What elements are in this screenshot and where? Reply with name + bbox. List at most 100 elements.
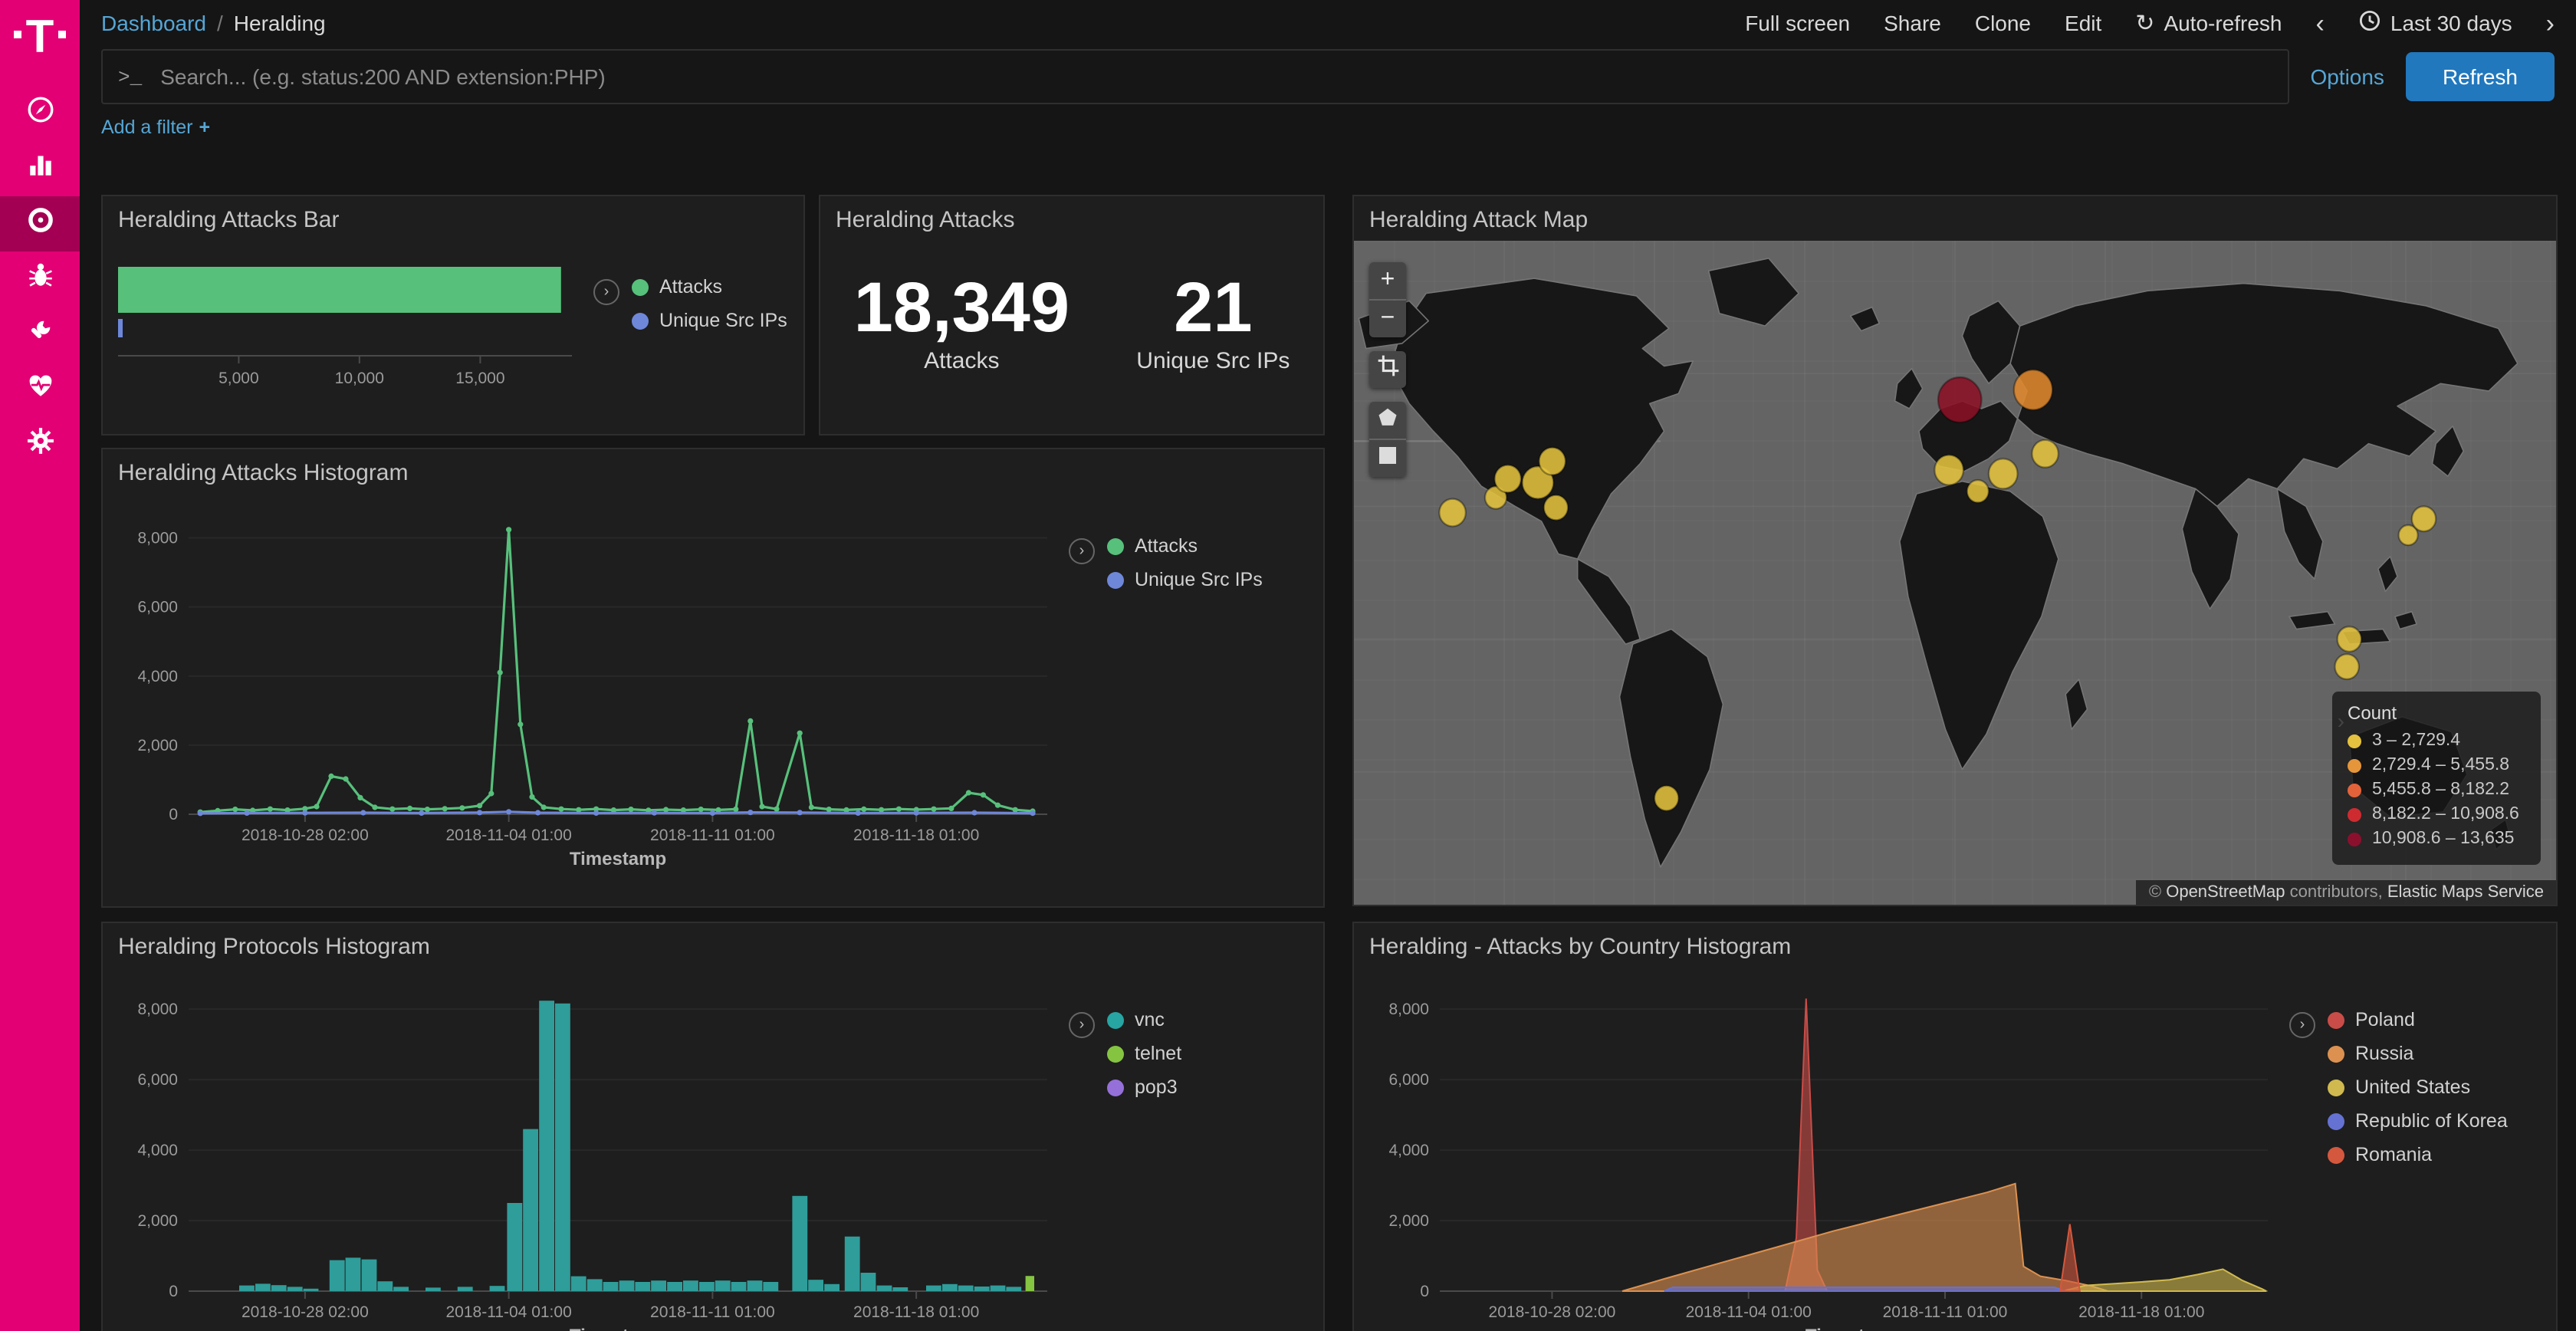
legend-label: vnc xyxy=(1135,1009,1165,1030)
legend-item[interactable]: Romania xyxy=(2328,1144,2508,1165)
legend-item[interactable]: 8,182.2 – 10,908.6 xyxy=(2348,805,2525,823)
legend-label: pop3 xyxy=(1135,1076,1178,1098)
panel-attacks-metric: Heralding Attacks 18,349 Attacks 21 Uniq… xyxy=(819,195,1325,435)
metric-attacks: 18,349 Attacks xyxy=(854,270,1070,375)
legend-dot xyxy=(632,278,649,295)
add-filter-link[interactable]: Add a filter+ xyxy=(101,117,210,138)
legend-item[interactable]: 10,908.6 – 13,635 xyxy=(2348,830,2525,848)
attacks-histogram-chart[interactable]: 02,0004,0006,0008,0002018-10-28 02:00201… xyxy=(115,495,1066,891)
legend-item[interactable]: United States xyxy=(2328,1076,2508,1098)
refresh-cycle-icon: ↻ xyxy=(2135,9,2154,37)
refresh-button[interactable]: Refresh xyxy=(2406,52,2555,101)
sidebar-item-discover[interactable] xyxy=(0,86,80,141)
legend-item[interactable]: Republic of Korea xyxy=(2328,1110,2508,1132)
breadcrumb-current: Heralding xyxy=(234,11,326,35)
legend-collapse-icon[interactable]: › xyxy=(2289,1012,2315,1038)
svg-text:0: 0 xyxy=(169,806,178,823)
query-prompt-icon: >_ xyxy=(118,65,142,88)
sidebar-item-visualize[interactable] xyxy=(0,141,80,196)
map-legend-title: Count xyxy=(2348,702,2525,724)
legend-item[interactable]: Attacks xyxy=(1107,535,1263,557)
svg-text:10,000: 10,000 xyxy=(335,370,384,387)
share-button[interactable]: Share xyxy=(1884,11,1941,35)
panel-protocols-histogram: Heralding Protocols Histogram 02,0004,00… xyxy=(101,922,1325,1331)
legend-item[interactable]: pop3 xyxy=(1107,1076,1181,1098)
legend-item[interactable]: 2,729.4 – 5,455.8 xyxy=(2348,756,2525,774)
legend-label: Romania xyxy=(2355,1144,2432,1165)
panel-title: Heralding - Attacks by Country Histogram xyxy=(1354,923,2556,966)
logo-letter: T xyxy=(26,15,54,61)
top-nav: Dashboard/Heralding Full screen Share Cl… xyxy=(80,0,2576,46)
sidebar-item-dashboard[interactable] xyxy=(0,196,80,251)
sidebar-item-tools[interactable] xyxy=(0,307,80,362)
legend-label: Attacks xyxy=(1135,535,1198,557)
legend-item[interactable]: Poland xyxy=(2328,1009,2508,1030)
telekom-logo[interactable]: T xyxy=(14,15,67,61)
breadcrumb: Dashboard/Heralding xyxy=(101,11,326,35)
panel-title: Heralding Attacks xyxy=(820,196,1323,239)
search-bar-row: >_ Options Refresh xyxy=(80,46,2576,107)
top-nav-actions: Full screen Share Clone Edit ↻Auto-refre… xyxy=(1745,9,2555,37)
legend-dot xyxy=(2328,1045,2344,1062)
legend-dot xyxy=(2348,734,2361,748)
panel-title: Heralding Attacks Histogram xyxy=(103,449,1323,492)
gauge-icon xyxy=(25,205,54,242)
search-box[interactable]: >_ xyxy=(101,49,2288,104)
openstreetmap-link[interactable]: OpenStreetMap xyxy=(2166,883,2285,902)
chart-legend: Attacks Unique Src IPs xyxy=(632,276,787,405)
fit-bounds-button[interactable] xyxy=(1369,351,1406,388)
draw-polygon-button[interactable] xyxy=(1369,402,1406,439)
svg-text:2018-10-28 02:00: 2018-10-28 02:00 xyxy=(1489,1303,1616,1321)
attack-map[interactable]: + − › Count 3 – 2,729.42,729.4 – 5,455.8… xyxy=(1354,241,2556,905)
zoom-out-button[interactable]: − xyxy=(1369,301,1406,337)
clone-button[interactable]: Clone xyxy=(1975,11,2031,35)
legend-dot xyxy=(2348,807,2361,821)
breadcrumb-dashboard-link[interactable]: Dashboard xyxy=(101,11,206,35)
legend-item[interactable]: 5,455.8 – 8,182.2 xyxy=(2348,781,2525,799)
legend-item[interactable]: Unique Src IPs xyxy=(1107,569,1263,590)
svg-text:2018-10-28 02:00: 2018-10-28 02:00 xyxy=(242,1303,369,1321)
zoom-in-button[interactable]: + xyxy=(1369,262,1406,299)
protocols-histogram-chart[interactable]: 02,0004,0006,0008,0002018-10-28 02:00201… xyxy=(115,969,1066,1331)
legend-label: Poland xyxy=(2355,1009,2415,1030)
attacks-bar-chart[interactable]: 5,00010,00015,000 xyxy=(115,258,590,405)
search-input[interactable] xyxy=(157,63,2272,90)
legend-dot xyxy=(1107,1011,1124,1028)
svg-text:8,000: 8,000 xyxy=(137,530,178,547)
time-range-picker[interactable]: Last 30 days xyxy=(2358,9,2512,37)
legend-collapse-icon[interactable]: › xyxy=(593,279,619,305)
sidebar-item-settings[interactable] xyxy=(0,417,80,472)
legend-wrap: › Poland Russia United States Republic of K… xyxy=(2286,969,2508,1331)
sidebar-item-security[interactable] xyxy=(0,251,80,307)
crop-icon xyxy=(1376,354,1399,385)
country-histogram-chart[interactable]: 02,0004,0006,0008,0002018-10-28 02:00201… xyxy=(1366,969,2286,1331)
square-icon xyxy=(1378,445,1397,472)
legend-item[interactable]: Attacks xyxy=(632,276,787,297)
options-link[interactable]: Options xyxy=(2310,64,2384,89)
metric-value: 21 xyxy=(1136,270,1290,344)
svg-text:2018-11-04 01:00: 2018-11-04 01:00 xyxy=(446,827,572,844)
legend-collapse-icon[interactable]: › xyxy=(1069,538,1095,564)
auto-refresh-button[interactable]: ↻Auto-refresh xyxy=(2135,9,2282,37)
map-attribution: © OpenStreetMap contributors, Elastic Ma… xyxy=(2137,880,2556,905)
legend-item[interactable]: Unique Src IPs xyxy=(632,310,787,331)
svg-text:2018-10-28 02:00: 2018-10-28 02:00 xyxy=(242,827,369,844)
time-forward-button[interactable]: › xyxy=(2546,10,2555,36)
sidebar-item-monitoring[interactable] xyxy=(0,362,80,417)
legend-collapse-icon[interactable]: › xyxy=(1069,1012,1095,1038)
time-back-button[interactable]: ‹ xyxy=(2316,10,2325,36)
legend-dot xyxy=(2348,783,2361,797)
legend-item[interactable]: telnet xyxy=(1107,1043,1181,1064)
svg-text:2018-11-18 01:00: 2018-11-18 01:00 xyxy=(2078,1303,2204,1321)
legend-item[interactable]: Russia xyxy=(2328,1043,2508,1064)
full-screen-button[interactable]: Full screen xyxy=(1745,11,1850,35)
elastic-maps-link[interactable]: Elastic Maps Service xyxy=(2387,883,2544,902)
legend-item[interactable]: 3 – 2,729.4 xyxy=(2348,731,2525,750)
svg-text:4,000: 4,000 xyxy=(1388,1142,1429,1159)
legend-item[interactable]: vnc xyxy=(1107,1009,1181,1030)
edit-button[interactable]: Edit xyxy=(2065,11,2101,35)
draw-rectangle-button[interactable] xyxy=(1369,440,1406,477)
sidebar: T xyxy=(0,0,80,1331)
svg-text:2018-11-18 01:00: 2018-11-18 01:00 xyxy=(853,1303,979,1321)
svg-text:0: 0 xyxy=(169,1283,178,1300)
